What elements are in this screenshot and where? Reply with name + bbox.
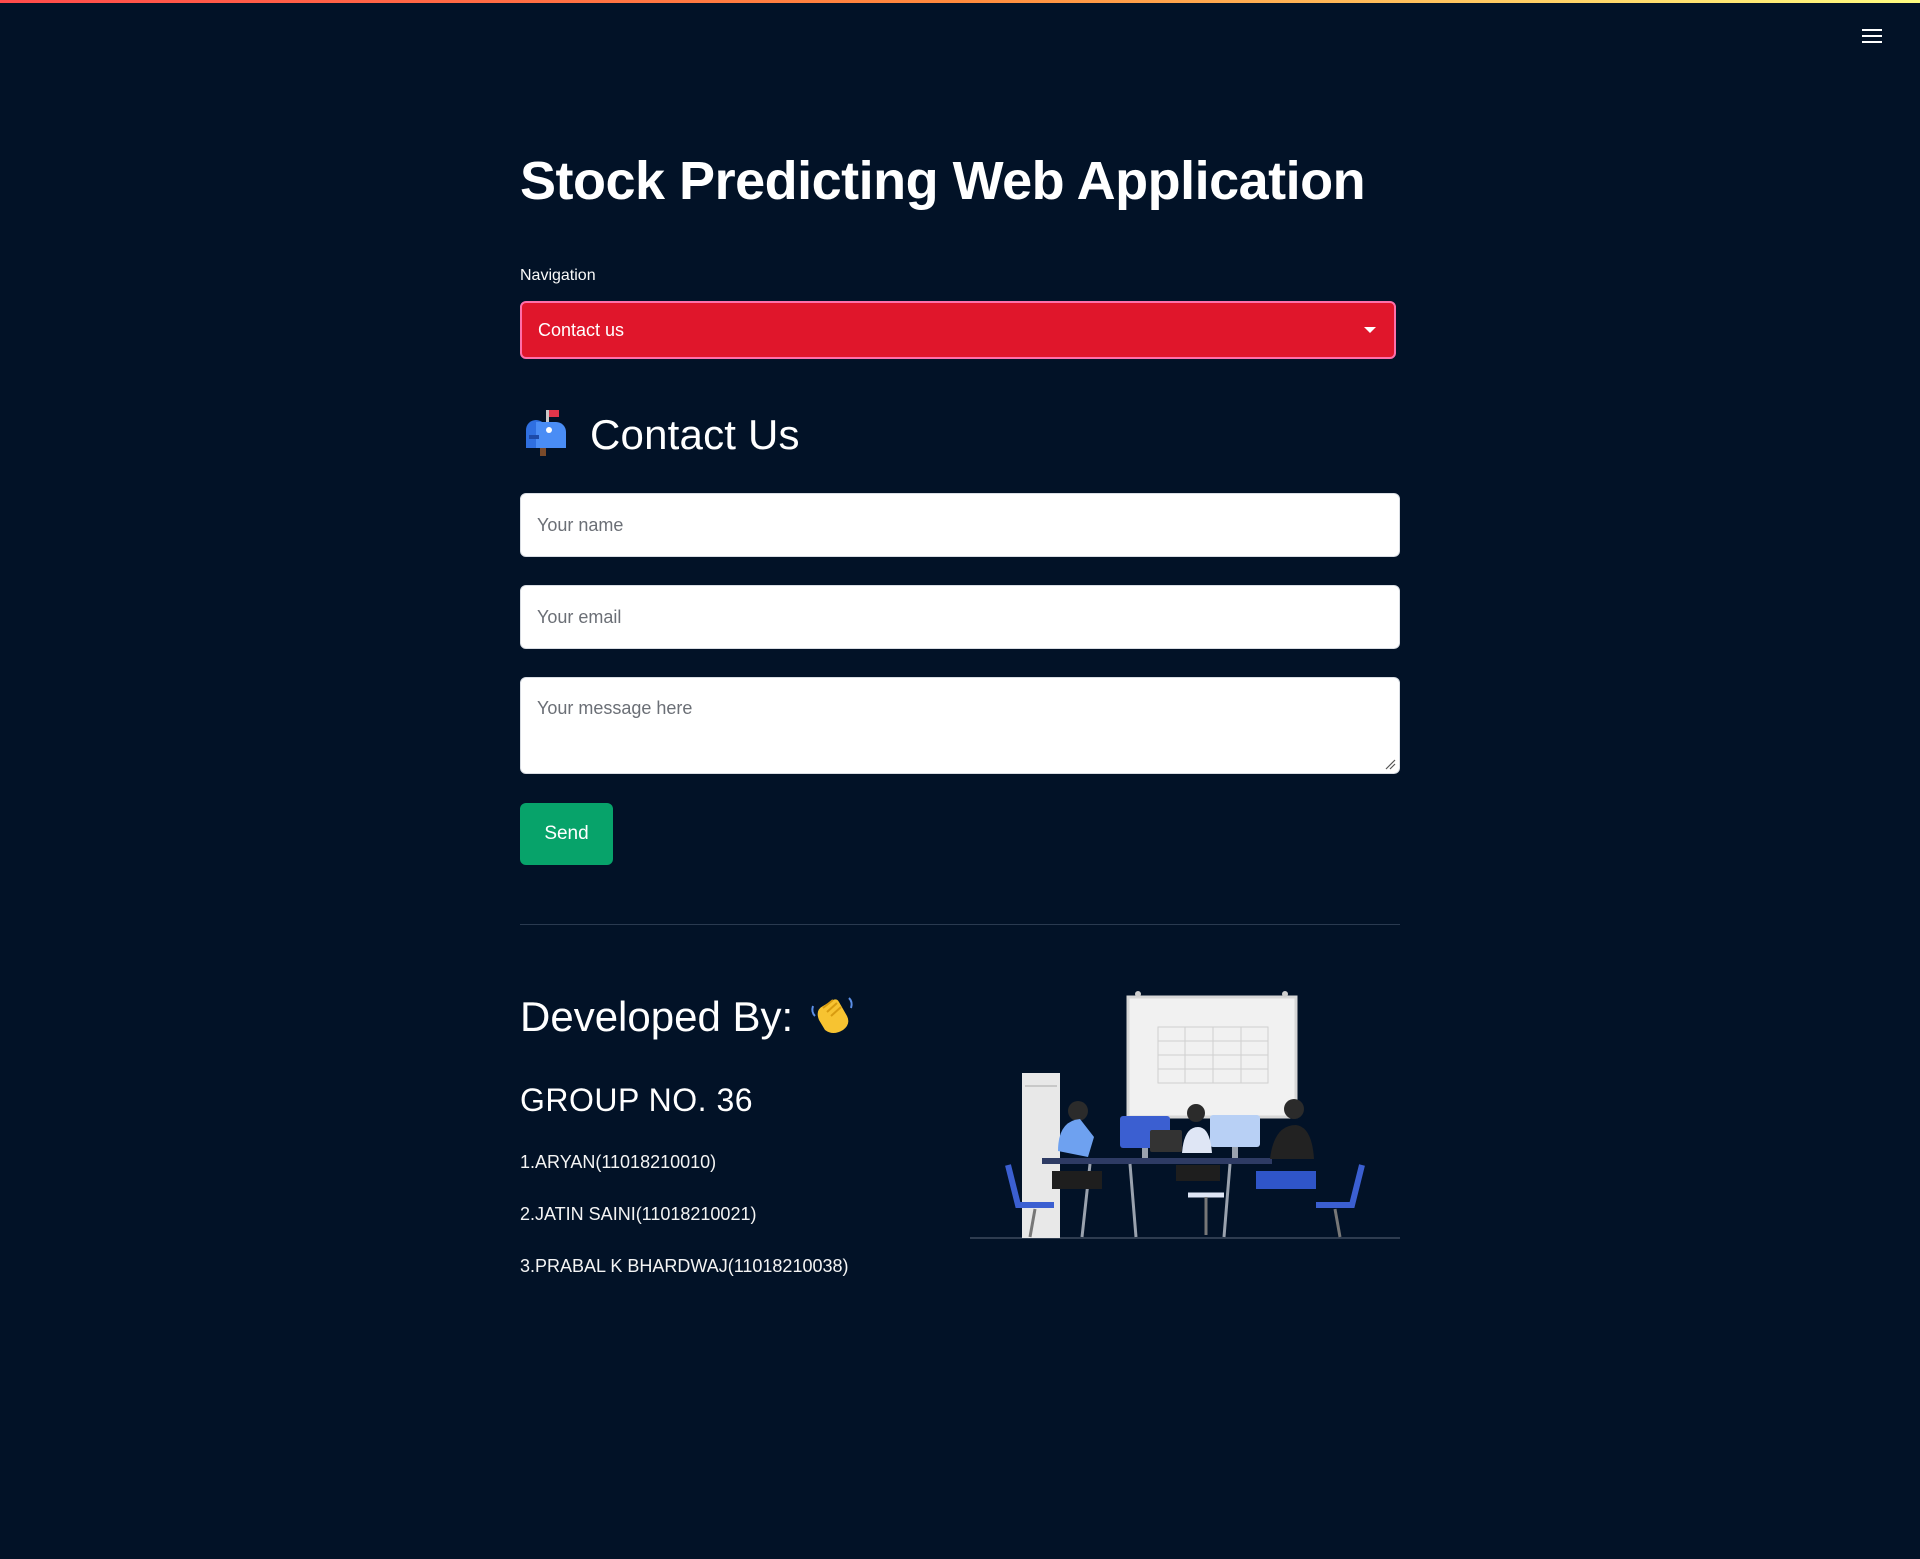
message-textarea[interactable] <box>520 677 1400 774</box>
contact-heading: Contact Us <box>520 408 800 461</box>
name-input[interactable] <box>520 493 1400 557</box>
email-input[interactable] <box>520 585 1400 649</box>
member-item: 2.JATIN SAINI(11018210021) <box>520 1204 757 1224</box>
top-accent-bar <box>0 0 1920 3</box>
member-item: 1.ARYAN(11018210010) <box>520 1152 717 1172</box>
chevron-down-icon <box>1364 327 1376 333</box>
section-divider <box>520 924 1400 925</box>
navigation-selected-value: Contact us <box>538 319 625 340</box>
mailbox-icon <box>520 408 570 461</box>
resize-handle-icon[interactable] <box>1384 758 1396 770</box>
developers-heading: Developed By: <box>520 990 857 1043</box>
hamburger-menu-icon[interactable] <box>1858 22 1886 50</box>
group-number: GROUP NO. 36 <box>520 1082 754 1118</box>
send-button[interactable]: Send <box>520 803 613 865</box>
navigation-label: Navigation <box>520 267 596 284</box>
team-meeting-illustration <box>970 991 1400 1239</box>
member-item: 3.PRABAL K BHARDWAJ(11018210038) <box>520 1256 849 1276</box>
developers-title: Developed By: <box>520 992 794 1040</box>
page-title: Stock Predicting Web Application <box>520 151 1366 211</box>
waving-hand-icon <box>809 990 857 1043</box>
navigation-select[interactable]: Contact us <box>520 301 1396 359</box>
contact-title: Contact Us <box>590 410 800 458</box>
